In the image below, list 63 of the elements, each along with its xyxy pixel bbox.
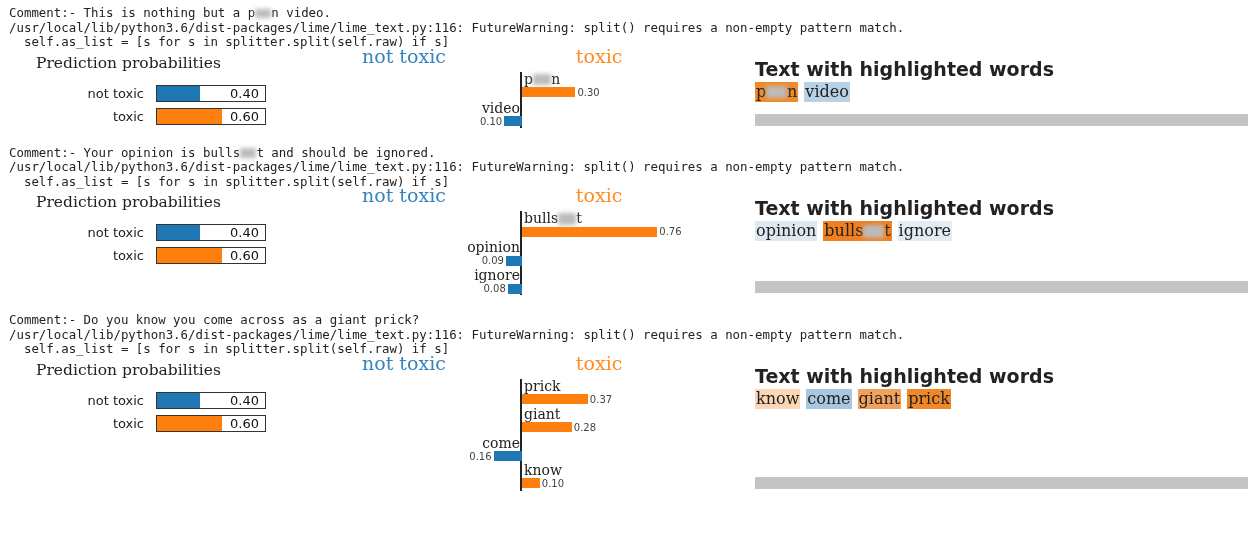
chart-title: toxic: [575, 352, 623, 373]
probabilities-title: Prediction probabilities: [36, 360, 222, 379]
feature-value: 0.09: [480, 255, 505, 266]
blurred-text: [255, 8, 272, 19]
highlighted-word: p n: [755, 81, 799, 102]
comment-line: Comment:- This is nothing but a p n video.: [8, 6, 332, 21]
probability-value: 0.40: [230, 392, 259, 408]
source-line: self.as_list = [s for s in splitter.split(self.raw) if s]: [23, 35, 450, 49]
class-label: toxic: [111, 108, 145, 124]
feature-value: 0.76: [658, 226, 683, 237]
class-label: toxic: [111, 248, 145, 263]
class-label: not toxic: [86, 85, 145, 101]
feature-value: 0.28: [572, 421, 598, 433]
blurred-text: [558, 213, 577, 225]
feature-value: 0.30: [576, 86, 601, 98]
comment-line: Comment:- Do you know you come across as a giant prick?: [8, 313, 421, 328]
probability-value: 0.60: [230, 248, 259, 263]
probabilities-title: Prediction probabilities: [36, 193, 222, 211]
highlight-title: Text with highlighted words: [755, 57, 1055, 80]
feature-label: come: [482, 435, 520, 451]
highlighted-word: video: [804, 81, 850, 102]
feature-label: opinion: [467, 240, 520, 255]
source-line: self.as_list = [s for s in splitter.split(self.raw) if s]: [23, 342, 450, 356]
feature-label: know: [523, 462, 563, 478]
highlighted-word: bulls t: [823, 221, 892, 241]
feature-label: prick: [523, 378, 562, 394]
warning-line: /usr/local/lib/python3.6/dist-packages/lime/lime_text.py:116: FutureWarning: split() requires a non-empty pattern match.: [8, 160, 906, 175]
highlight-title: Text with highlighted words: [755, 364, 1055, 387]
probability-value: 0.40: [230, 225, 259, 240]
chart-title: toxic: [575, 185, 623, 205]
comment-line: Comment:- Your opinion is bulls t and should be ignored.: [8, 145, 437, 160]
highlighted-word: come: [806, 388, 852, 409]
highlight-title: Text with highlighted words: [755, 197, 1055, 219]
feature-label: bulls t: [523, 211, 583, 226]
probability-value: 0.40: [230, 85, 259, 101]
highlighted-word: opinion: [755, 221, 818, 241]
highlighted-word: ignore: [897, 221, 952, 241]
probability-value: 0.60: [230, 415, 259, 431]
blurred-text: [240, 148, 257, 158]
feature-value: 0.10: [540, 477, 566, 489]
probabilities-title: Prediction probabilities: [36, 53, 222, 72]
highlighted-word: giant: [857, 388, 902, 409]
blurred-text: [863, 225, 885, 238]
warning-line: /usr/local/lib/python3.6/dist-packages/lime/lime_text.py:116: FutureWarning: split() requires a non-empty pattern match.: [8, 327, 906, 342]
chart-title: toxic: [575, 45, 623, 66]
class-label: not toxic: [86, 225, 145, 240]
warning-line: /usr/local/lib/python3.6/dist-packages/lime/lime_text.py:116: FutureWarning: split() requires a non-empty pattern match.: [8, 20, 906, 35]
source-line: self.as_list = [s for s in splitter.split(self.raw) if s]: [23, 174, 450, 189]
feature-label: video: [481, 100, 520, 116]
blurred-text: [766, 85, 788, 99]
class-label: not toxic: [86, 392, 145, 408]
highlighted-word: prick: [907, 388, 951, 409]
feature-value: 0.37: [588, 393, 614, 405]
feature-value: 0.08: [483, 283, 506, 294]
feature-label: ignore: [474, 268, 520, 283]
probability-value: 0.60: [230, 108, 259, 124]
feature-label: giant: [523, 406, 562, 422]
feature-value: 0.16: [468, 450, 493, 462]
blurred-text: [532, 73, 552, 86]
feature-value: 0.10: [478, 115, 504, 127]
class-label: toxic: [111, 415, 145, 431]
highlighted-word: know: [755, 388, 801, 409]
feature-label: p n: [523, 71, 562, 87]
